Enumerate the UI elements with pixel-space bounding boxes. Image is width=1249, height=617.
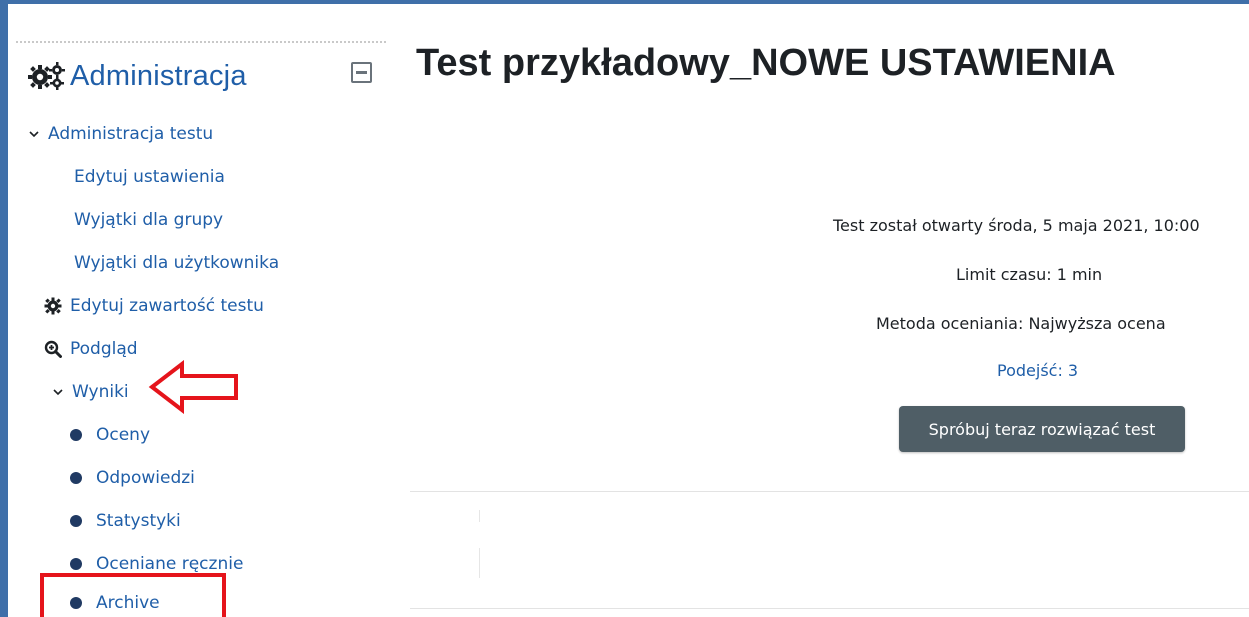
nav-statistics[interactable]: Statystyki xyxy=(70,510,181,532)
table-cell-divider xyxy=(479,510,480,522)
nav-item-label: Wyjątki dla grupy xyxy=(74,210,224,230)
nav-preview[interactable]: Podgląd xyxy=(44,338,138,360)
page-title: Test przykładowy_NOWE USTAWIENIA xyxy=(416,42,1116,84)
administration-header: Administracja xyxy=(28,56,247,96)
left-arrow-annotation xyxy=(148,360,238,414)
nav-edit-settings[interactable]: Edytuj ustawienia xyxy=(74,166,225,188)
window-frame-left xyxy=(0,0,8,617)
attempts-link[interactable]: Podejść: 3 xyxy=(997,361,1078,380)
bullet-icon xyxy=(70,429,82,441)
nav-item-label: Wyjątki dla użytkownika xyxy=(74,253,280,273)
administration-block: Administracja Administracja testu Edytuj… xyxy=(8,4,386,617)
nav-manual-grading[interactable]: Oceniane ręcznie xyxy=(70,553,243,575)
nav-item-label: Administracja testu xyxy=(48,124,214,144)
nav-item-label: Odpowiedzi xyxy=(96,468,195,488)
section-divider xyxy=(410,608,1249,609)
bullet-icon xyxy=(70,515,82,527)
administration-title: Administracja xyxy=(70,59,247,92)
nav-responses[interactable]: Odpowiedzi xyxy=(70,467,195,489)
nav-group-overrides[interactable]: Wyjątki dla grupy xyxy=(74,209,223,231)
block-divider xyxy=(16,41,386,43)
nav-item-label: Oceniane ręcznie xyxy=(96,554,244,574)
nav-item-label: Statystyki xyxy=(96,511,181,531)
main-content: Test przykładowy_NOWE USTAWIENIA Test zo… xyxy=(386,4,1249,617)
highlight-box-annotation xyxy=(40,573,226,617)
nav-item-label: Wyniki xyxy=(72,382,129,402)
quiz-opened-info: Test został otwarty środa, 5 maja 2021, … xyxy=(833,216,1200,235)
bullet-icon xyxy=(70,472,82,484)
nav-item-label: Edytuj ustawienia xyxy=(74,167,225,187)
gear-icon xyxy=(44,297,62,315)
gears-icon xyxy=(28,62,65,90)
chevron-down-icon xyxy=(29,131,39,138)
collapse-block-icon[interactable] xyxy=(351,62,372,83)
attempt-quiz-button[interactable]: Spróbuj teraz rozwiązać test xyxy=(899,406,1185,452)
nav-edit-quiz-content[interactable]: Edytuj zawartość testu xyxy=(44,295,264,317)
zoom-in-icon xyxy=(44,340,62,358)
nav-item-label: Edytuj zawartość testu xyxy=(70,296,264,316)
nav-user-overrides[interactable]: Wyjątki dla użytkownika xyxy=(74,252,279,274)
bullet-icon xyxy=(70,558,82,570)
chevron-down-icon xyxy=(53,389,63,396)
grading-method-info: Metoda oceniania: Najwyższa ocena xyxy=(876,314,1166,333)
section-divider xyxy=(410,491,1249,492)
nav-quiz-administration[interactable]: Administracja testu xyxy=(28,123,213,145)
nav-results[interactable]: Wyniki xyxy=(52,381,129,403)
nav-item-label: Oceny xyxy=(96,425,151,445)
nav-grades[interactable]: Oceny xyxy=(70,424,150,446)
table-cell-divider xyxy=(479,548,480,578)
time-limit-info: Limit czasu: 1 min xyxy=(956,265,1103,284)
nav-item-label: Podgląd xyxy=(70,339,138,359)
